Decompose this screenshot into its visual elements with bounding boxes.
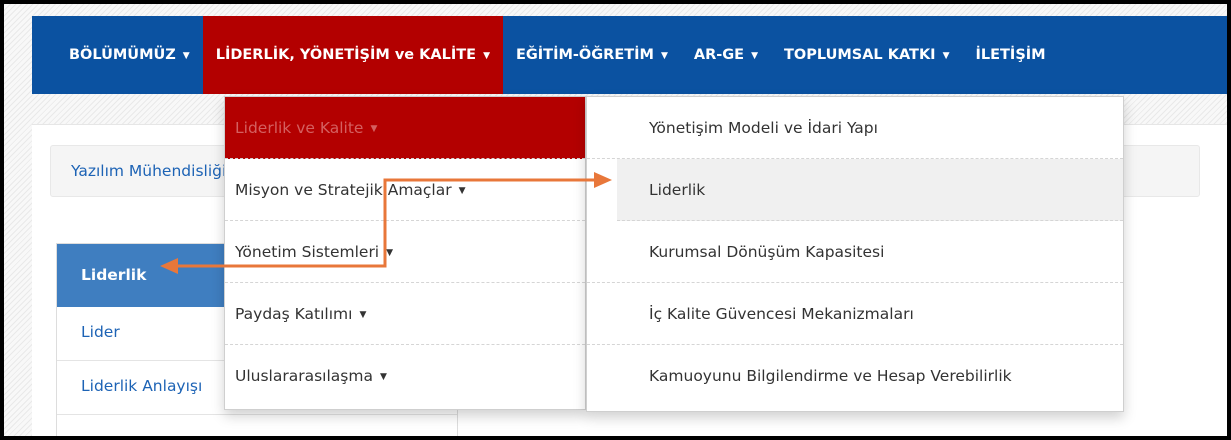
caret-down-icon: ▼ <box>942 51 950 61</box>
submenu-item-kamuoyunu-bilgilendirme[interactable]: Kamuoyunu Bilgilendirme ve Hesap Verebil… <box>587 345 1123 407</box>
nav-item-label: TOPLUMSAL KATKI <box>784 47 936 63</box>
nav-item-label: AR-GE <box>693 47 745 63</box>
menu-item-yonetim-sistemleri[interactable]: Yönetim Sistemleri ▼ <box>225 221 585 283</box>
nav-item-label: EĞİTİM-ÖĞRETİM <box>515 47 654 63</box>
menu-item-label: Liderlik ve Kalite <box>235 118 364 137</box>
main-navbar: BÖLÜMÜMÜZ ▼ LİDERLİK, YÖNETİŞİM ve KALİTE… <box>32 16 1227 94</box>
caret-down-icon: ▼ <box>751 51 758 61</box>
menu-item-label: Misyon ve Stratejik Amaçlar <box>235 180 452 199</box>
caret-down-icon: ▼ <box>483 51 490 61</box>
submenu-item-yonetisim-modeli[interactable]: Yönetişim Modeli ve İdari Yapı <box>587 97 1123 159</box>
menu-item-label: Yönetim Sistemleri <box>235 242 380 261</box>
submenu-item-ic-kalite-guvencesi[interactable]: İç Kalite Güvencesi Mekanizmaları <box>587 283 1123 345</box>
caret-down-icon: ▼ <box>379 372 387 382</box>
screenshot-frame: Yazılım Mühendisliği Liderlik Lider Lide… <box>0 0 1231 440</box>
caret-down-icon: ▼ <box>660 51 668 61</box>
nav-item-ar-ge[interactable]: AR-GE ▼ <box>681 16 771 94</box>
nav-item-egitim-ogretim[interactable]: EĞİTİM-ÖĞRETİM ▼ <box>503 16 681 94</box>
breadcrumb-link[interactable]: Yazılım Mühendisliği <box>71 162 226 180</box>
nav-item-liderlik-yonetisim-kalite[interactable]: LİDERLİK, YÖNETİŞİM ve KALİTE ▼ <box>202 16 503 94</box>
nav-item-label: BÖLÜMÜMÜZ <box>69 47 176 63</box>
nav-item-label: LİDERLİK, YÖNETİŞİM ve KALİTE <box>215 47 477 63</box>
menu-item-paydas-katilimi[interactable]: Paydaş Katılımı ▼ <box>225 283 585 345</box>
menu-item-label: Paydaş Katılımı <box>235 304 353 323</box>
dropdown-menu-level1: Liderlik ve Kalite ▼ Misyon ve Stratejik … <box>224 96 586 410</box>
caret-down-icon: ▼ <box>458 185 466 196</box>
menu-item-liderlik-ve-kalite[interactable]: Liderlik ve Kalite ▼ <box>225 97 585 159</box>
caret-down-icon: ▼ <box>359 309 367 320</box>
caret-down-icon: ▼ <box>370 123 378 134</box>
nav-item-toplumsal-katki[interactable]: TOPLUMSAL KATKI ▼ <box>771 16 963 94</box>
menu-item-uluslararasilasma[interactable]: Uluslararasılaşma ▼ <box>225 345 585 407</box>
nav-item-iletisim[interactable]: İLETİŞİM <box>963 16 1059 94</box>
dropdown-menu-level2: Yönetişim Modeli ve İdari Yapı Liderlik … <box>586 96 1124 412</box>
menu-item-label: Uluslararasılaşma <box>235 367 373 385</box>
nav-item-label: İLETİŞİM <box>975 47 1046 63</box>
menu-item-misyon-stratejik-amaclar[interactable]: Misyon ve Stratejik Amaçlar ▼ <box>225 159 585 221</box>
submenu-item-liderlik[interactable]: Liderlik <box>617 159 1123 221</box>
submenu-item-kurumsal-donusum[interactable]: Kurumsal Dönüşüm Kapasitesi <box>587 221 1123 283</box>
nav-item-bolumumuz[interactable]: BÖLÜMÜMÜZ ▼ <box>56 16 203 94</box>
caret-down-icon: ▼ <box>182 51 190 61</box>
caret-down-icon: ▼ <box>386 247 394 258</box>
